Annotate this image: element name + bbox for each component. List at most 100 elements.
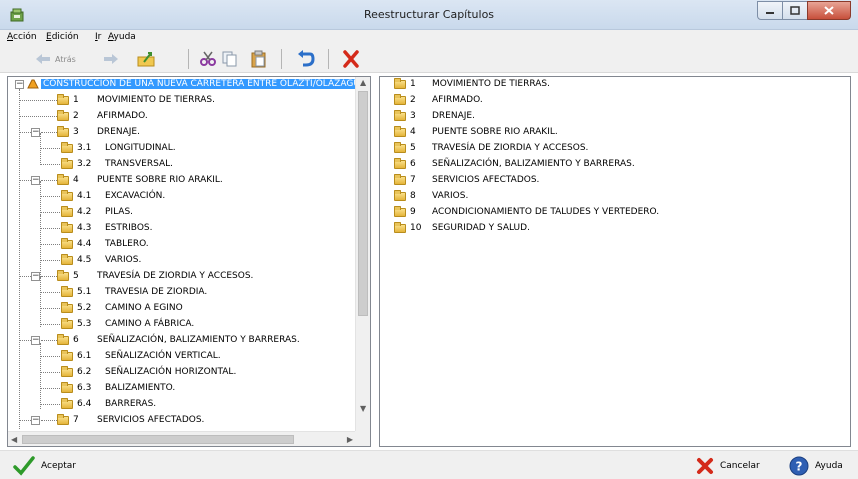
move-up-button[interactable]	[137, 49, 157, 69]
accept-label: Aceptar	[41, 461, 76, 471]
list-item[interactable]: 8 VARIOS.	[394, 189, 468, 203]
root-expander[interactable]: −	[15, 80, 24, 89]
tree-node[interactable]: 4.2 PILAS.	[61, 205, 133, 219]
folder-icon	[61, 381, 73, 393]
list-item[interactable]: 6 SEÑALIZACIÓN, BALIZAMIENTO Y BARRERAS.	[394, 157, 635, 171]
help-button[interactable]: ? Ayuda	[789, 456, 843, 476]
tree-node[interactable]: 1 MOVIMIENTO DE TIERRAS.	[57, 93, 215, 107]
node-expander[interactable]: −	[31, 128, 40, 137]
node-expander[interactable]: −	[31, 336, 40, 345]
delete-icon	[343, 50, 359, 68]
minimize-button[interactable]	[757, 1, 783, 20]
menu-ir[interactable]: Ir	[95, 32, 101, 42]
chapters-tree[interactable]: − CONSTRUCCION DE UNA NUEVA CARRETERA EN…	[8, 77, 356, 431]
back-label: Atrás	[55, 54, 76, 64]
tree-node[interactable]: 4.1 EXCAVACIÓN.	[61, 189, 165, 203]
tree-node[interactable]: 5 TRAVESÍA DE ZIORDIA Y ACCESOS.	[57, 269, 253, 283]
close-icon	[824, 6, 834, 15]
folder-icon	[61, 157, 73, 169]
folder-icon	[61, 397, 73, 409]
copy-icon	[222, 51, 237, 67]
list-item[interactable]: 5 TRAVESÍA DE ZIORDIA Y ACCESOS.	[394, 141, 588, 155]
back-button[interactable]: Atrás	[35, 49, 76, 69]
close-button[interactable]	[807, 1, 851, 20]
folder-icon	[394, 125, 406, 137]
scroll-thumb[interactable]	[358, 91, 368, 316]
tree-node[interactable]: 6.3 BALIZAMIENTO.	[61, 381, 175, 395]
arrow-right-icon	[104, 54, 118, 64]
forward-button[interactable]	[103, 49, 119, 69]
tree-node[interactable]: 4.4 TABLERO.	[61, 237, 149, 251]
folder-icon	[61, 189, 73, 201]
scroll-thumb[interactable]	[22, 435, 294, 444]
list-item[interactable]: 9 ACONDICIONAMIENTO DE TALUDES Y VERTEDER…	[394, 205, 659, 219]
tree-node[interactable]: 3 DRENAJE.	[57, 125, 140, 139]
menu-edicion[interactable]: Edición	[46, 32, 79, 42]
menu-ayuda[interactable]: Ayuda	[108, 32, 136, 42]
window-title: Reestructurar Capítulos	[363, 8, 495, 21]
folder-icon	[61, 301, 73, 313]
tree-root[interactable]: CONSTRUCCION DE UNA NUEVA CARRETERA ENTR…	[27, 77, 356, 91]
tree-node[interactable]: 3.2 TRANSVERSAL.	[61, 157, 173, 171]
scroll-up-icon[interactable]: ▲	[360, 78, 366, 87]
cut-button[interactable]	[199, 49, 217, 69]
chapters-list-pane[interactable]: 1 MOVIMIENTO DE TIERRAS. 2 AFIRMADO. 3 DREN…	[379, 76, 851, 447]
chapters-tree-pane[interactable]: − CONSTRUCCION DE UNA NUEVA CARRETERA EN…	[7, 76, 371, 447]
folder-icon	[61, 141, 73, 153]
folder-icon	[394, 141, 406, 153]
copy-button[interactable]	[222, 49, 238, 69]
maximize-button[interactable]	[782, 1, 808, 20]
tree-node[interactable]: 6.2 SEÑALIZACIÓN HORIZONTAL.	[61, 365, 236, 379]
scroll-left-icon[interactable]: ◀	[11, 435, 17, 444]
help-label: Ayuda	[815, 461, 843, 471]
tree-node[interactable]: 6.4 BARRERAS.	[61, 397, 156, 411]
folder-icon	[57, 333, 69, 345]
list-item[interactable]: 10 SEGURIDAD Y SALUD.	[394, 221, 530, 235]
tree-node[interactable]: 5.2 CAMINO A EGINO	[61, 301, 183, 315]
tree-node[interactable]: 5.3 CAMINO A FÁBRICA.	[61, 317, 194, 331]
tree-vertical-scrollbar[interactable]: ▲ ▼	[355, 77, 370, 431]
tree-node[interactable]: 6.1 SEÑALIZACIÓN VERTICAL.	[61, 349, 221, 363]
tree-node[interactable]: 4.3 ESTRIBOS.	[61, 221, 152, 235]
undo-button[interactable]	[297, 49, 315, 69]
svg-text:?: ?	[796, 460, 803, 474]
list-item[interactable]: 1 MOVIMIENTO DE TIERRAS.	[394, 77, 550, 91]
tree-node[interactable]: 3.1 LONGITUDINAL.	[61, 141, 176, 155]
maximize-icon	[790, 6, 800, 15]
folder-icon	[394, 77, 406, 89]
folder-icon	[61, 205, 73, 217]
menu-bar: Acción Edición Ir Ayuda	[0, 30, 858, 45]
delete-button[interactable]	[342, 49, 360, 69]
tree-node[interactable]: 4.5 VARIOS.	[61, 253, 141, 267]
folder-icon	[394, 157, 406, 169]
list-item[interactable]: 3 DRENAJE.	[394, 109, 475, 123]
list-item[interactable]: 4 PUENTE SOBRE RIO ARAKIL.	[394, 125, 558, 139]
folder-icon	[61, 365, 73, 377]
tree-horizontal-scrollbar[interactable]: ◀ ▶	[8, 431, 356, 446]
tree-node[interactable]: 4 PUENTE SOBRE RIO ARAKIL.	[57, 173, 223, 187]
menu-accion[interactable]: Acción	[7, 32, 37, 42]
accept-button[interactable]: Aceptar	[13, 456, 76, 476]
list-item[interactable]: 7 SERVICIOS AFECTADOS.	[394, 173, 539, 187]
folder-icon	[394, 205, 406, 217]
toolbar: Atrás	[0, 45, 858, 73]
folder-icon	[394, 221, 406, 233]
scroll-right-icon[interactable]: ▶	[347, 435, 353, 444]
bottom-bar: Aceptar Cancelar ? Ayuda	[0, 450, 858, 479]
road-icon	[27, 79, 39, 89]
paste-button[interactable]	[251, 49, 267, 69]
list-item[interactable]: 2 AFIRMADO.	[394, 93, 483, 107]
folder-icon	[57, 125, 69, 137]
title-bar: Reestructurar Capítulos	[0, 0, 858, 30]
folder-icon	[61, 237, 73, 249]
scroll-down-icon[interactable]: ▼	[360, 404, 366, 413]
tree-node[interactable]: 6 SEÑALIZACIÓN, BALIZAMIENTO Y BARRERAS.	[57, 333, 300, 347]
paste-icon	[251, 50, 266, 68]
tree-node[interactable]: 5.1 TRAVESIA DE ZIORDIA.	[61, 285, 207, 299]
tree-node[interactable]: 7 SERVICIOS AFECTADOS.	[57, 413, 204, 427]
node-expander[interactable]: −	[31, 176, 40, 185]
node-expander[interactable]: −	[31, 416, 40, 425]
tree-node[interactable]: 2 AFIRMADO.	[57, 109, 148, 123]
node-expander[interactable]: −	[31, 272, 40, 281]
cancel-button[interactable]: Cancelar	[696, 456, 760, 476]
